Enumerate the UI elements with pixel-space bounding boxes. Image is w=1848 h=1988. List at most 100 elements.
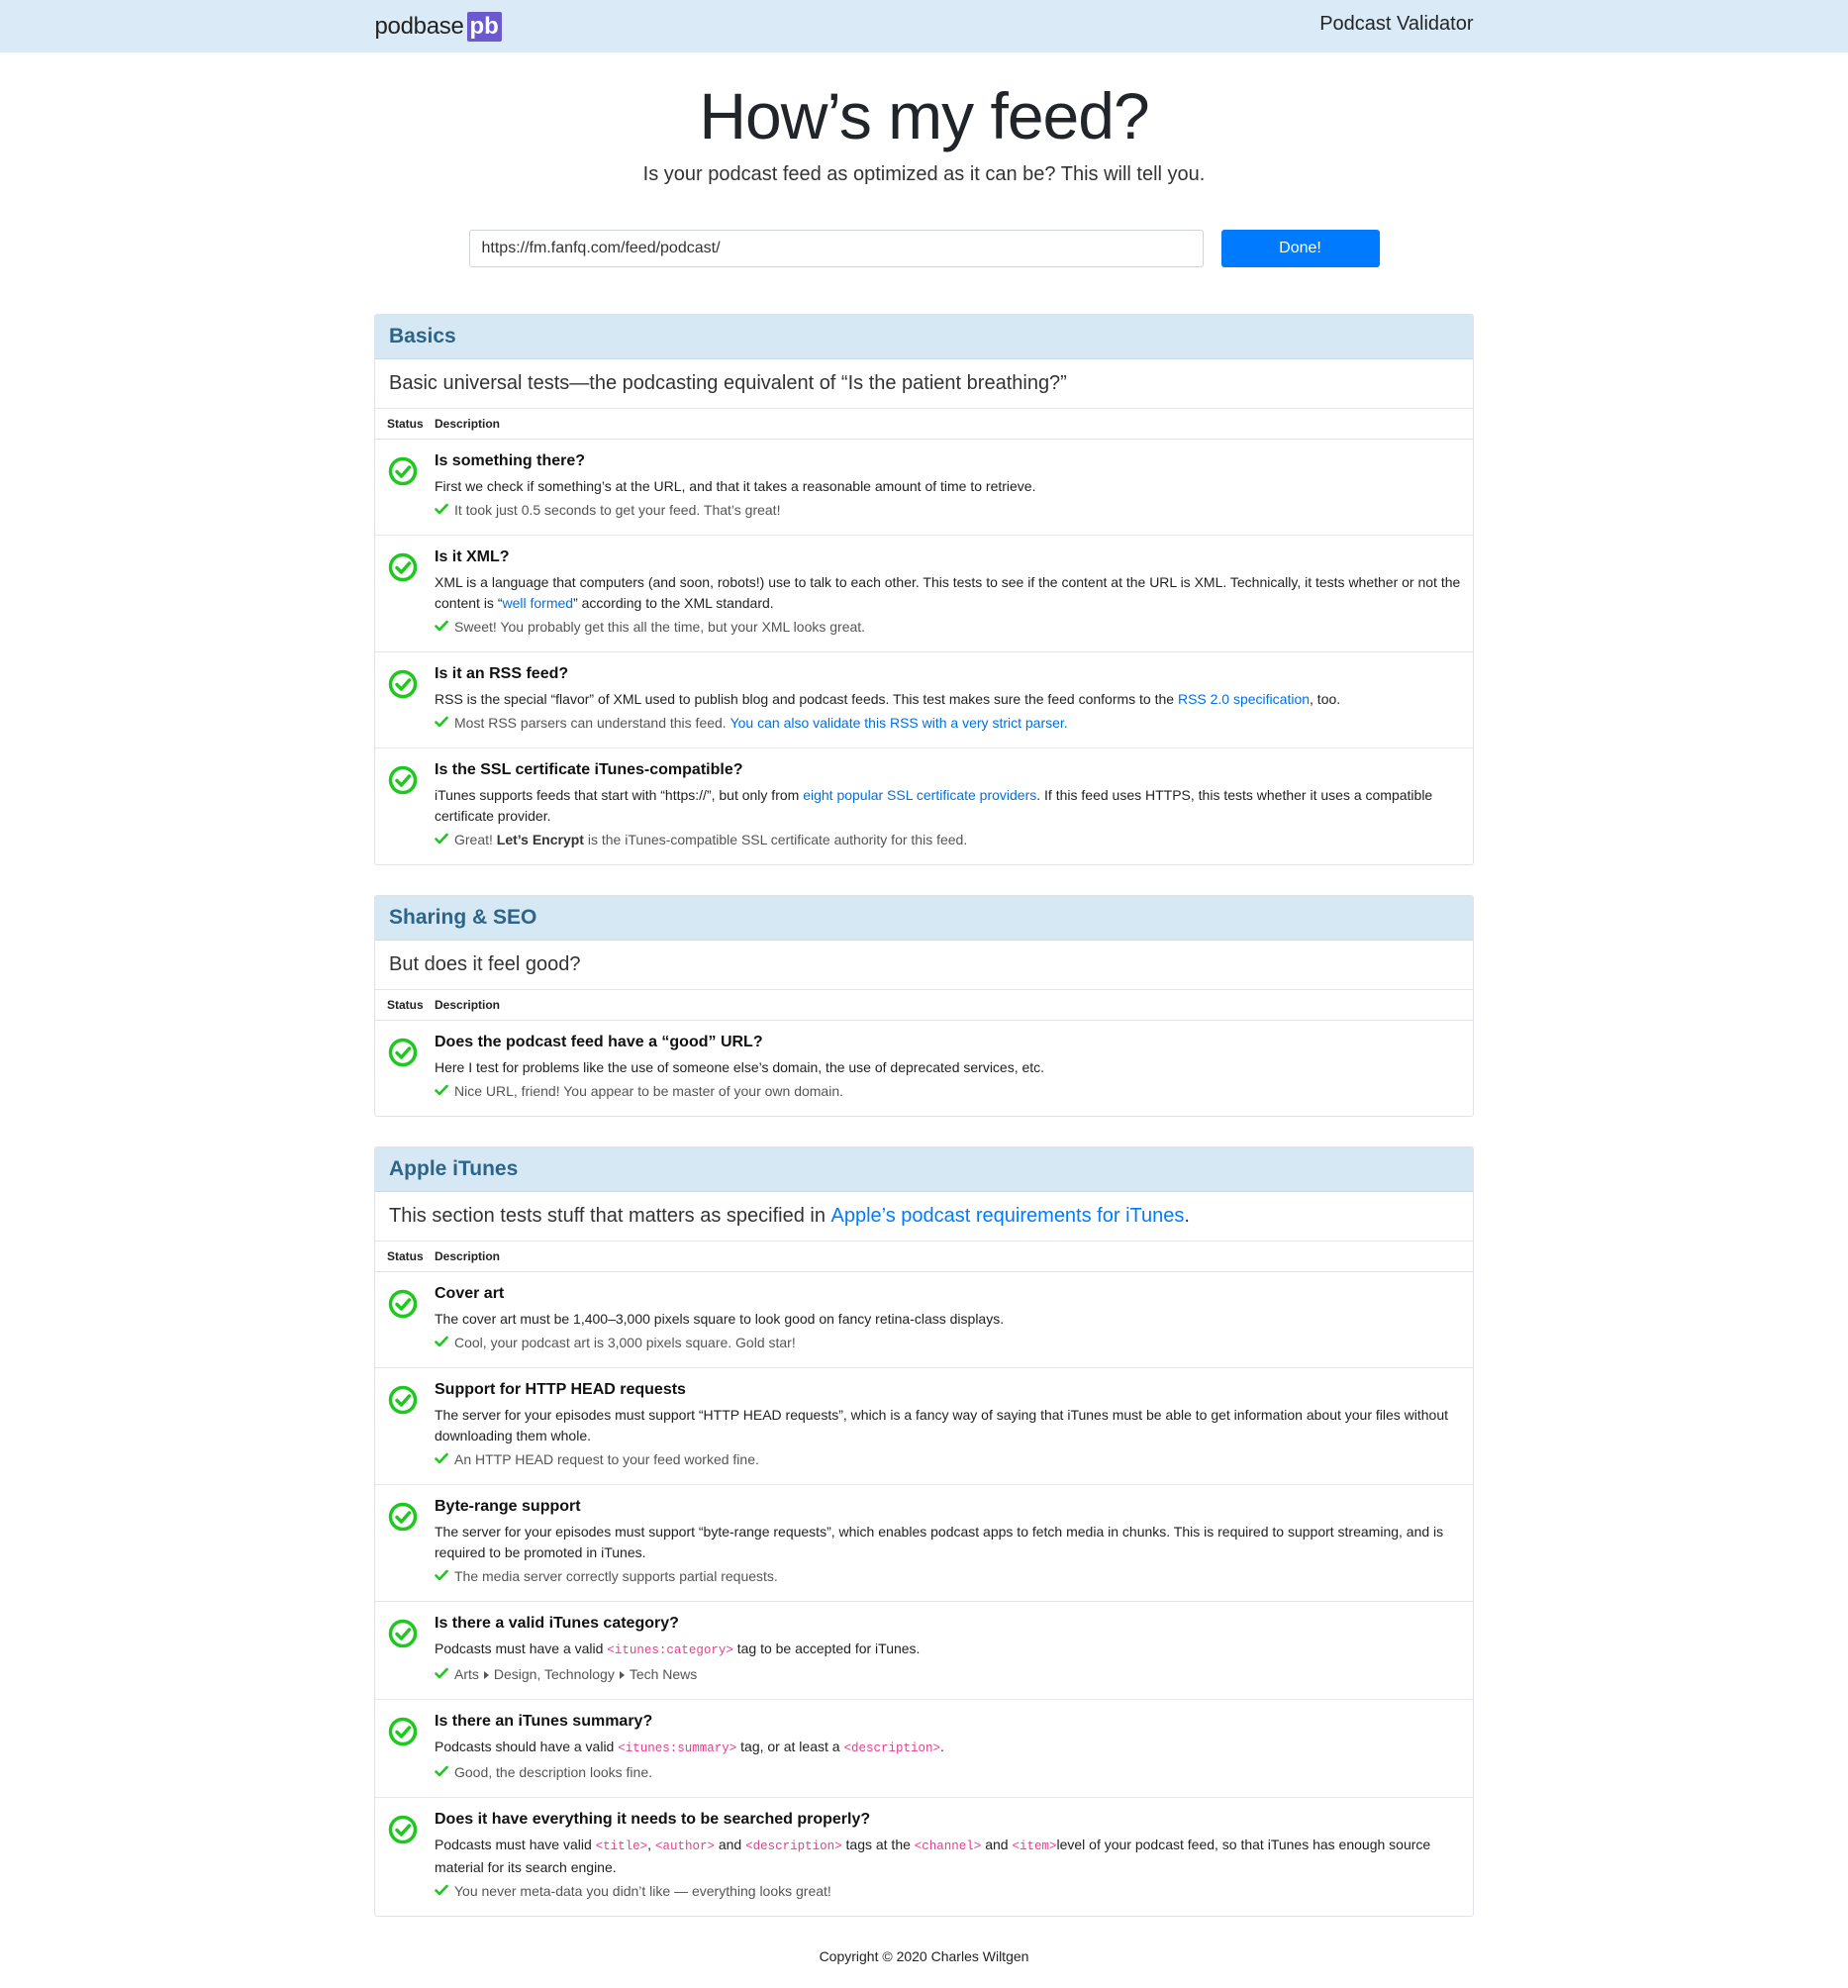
- page-subtitle: Is your podcast feed as optimized as it …: [642, 163, 1206, 185]
- test-title: Support for HTTP HEAD requests: [435, 1381, 686, 1398]
- check-circle-icon: [388, 456, 418, 490]
- section-lead: But does it feel good?: [375, 941, 1473, 990]
- done-button[interactable]: Done!: [1220, 230, 1380, 267]
- check-circle-icon: [388, 1289, 418, 1323]
- desc-text: ” according to the XML standard.: [573, 595, 774, 611]
- feed-url-form: Done!: [375, 230, 1474, 269]
- check-circle-icon: [388, 765, 418, 799]
- test-result-text: Cool, your podcast art is 3,000 pixels s…: [454, 1335, 796, 1350]
- test-description: First we check if something’s at the URL…: [435, 478, 1036, 494]
- well-formed-link[interactable]: well formed: [502, 595, 573, 611]
- code-tag: <itunes:category>: [607, 1643, 733, 1657]
- check-icon: [435, 1566, 448, 1587]
- lead-text: This section tests stuff that matters as…: [389, 1205, 826, 1227]
- apple-requirements-link[interactable]: Apple’s podcast requirements for iTunes: [831, 1205, 1185, 1228]
- check-circle-icon: [388, 1502, 418, 1536]
- test-description: iTunes supports feeds that start with “h…: [435, 785, 1461, 827]
- section-title: Basics: [389, 325, 456, 348]
- test-result-text: It took just 0.5 seconds to get your fee…: [454, 502, 781, 518]
- desc-text: ,: [647, 1837, 655, 1852]
- rss-spec-link[interactable]: RSS 2.0 specification: [1178, 691, 1310, 707]
- test-result-text: Great!: [454, 832, 493, 847]
- test-row: Support for HTTP HEAD requests The serve…: [375, 1368, 1473, 1485]
- brand-badge: pb: [466, 12, 502, 42]
- test-result-text: Nice URL, friend! You appear to be maste…: [454, 1083, 843, 1099]
- top-navbar: podbase pb Podcast Validator: [0, 0, 1848, 52]
- ssl-authority-name: Let’s Encrypt: [496, 832, 584, 847]
- check-icon: [435, 1762, 448, 1783]
- category-breadcrumb: Arts Design, Technology Tech News: [435, 1664, 1461, 1685]
- test-result: Cool, your podcast art is 3,000 pixels s…: [435, 1333, 1461, 1353]
- code-tag: <title>: [595, 1839, 648, 1853]
- desc-text: Podcasts must have valid: [435, 1837, 596, 1852]
- test-result-text: is the iTunes-compatible SSL certificate…: [587, 832, 968, 847]
- desc-text: Podcasts should have a valid: [435, 1739, 619, 1754]
- category-crumb: Arts: [454, 1666, 479, 1682]
- category-crumb: Tech News: [629, 1666, 698, 1682]
- test-title: Byte-range support: [435, 1498, 581, 1515]
- test-title: Does it have everything it needs to be s…: [435, 1811, 871, 1828]
- brand-name: podbase: [374, 13, 464, 40]
- code-tag: <description>: [843, 1741, 940, 1755]
- test-title: Cover art: [435, 1285, 505, 1302]
- check-icon: [435, 713, 448, 734]
- test-title: Is there a valid iTunes category?: [435, 1615, 679, 1632]
- table-header: Status Description: [375, 990, 1473, 1021]
- check-icon: [435, 1881, 448, 1902]
- test-result-text: Sweet! You probably get this all the tim…: [454, 619, 866, 635]
- test-description: Podcasts must have valid <title>, <autho…: [435, 1835, 1461, 1878]
- desc-text: tags at the: [841, 1837, 915, 1852]
- test-title: Does the podcast feed have a “good” URL?: [435, 1034, 763, 1050]
- test-row: Cover art The cover art must be 1,400–3,…: [375, 1272, 1473, 1368]
- table-header: Status Description: [375, 1242, 1473, 1272]
- hero: How’s my feed? Is your podcast feed as o…: [0, 52, 1848, 186]
- status-column-header: Status: [387, 417, 424, 431]
- test-row: Is something there? First we check if so…: [375, 440, 1473, 536]
- desc-text: tag, or at least a: [736, 1739, 844, 1754]
- section-header: Apple iTunes: [375, 1147, 1473, 1192]
- check-circle-icon: [388, 1038, 418, 1071]
- caret-right-icon: [619, 1670, 625, 1679]
- section-apple-itunes: Apple iTunes This section tests stuff th…: [374, 1146, 1474, 1917]
- test-description: The server for your episodes must suppor…: [435, 1524, 1444, 1560]
- code-tag: <description>: [745, 1839, 842, 1853]
- check-circle-icon: [388, 669, 418, 703]
- nav-title[interactable]: Podcast Validator: [1319, 13, 1473, 36]
- check-circle-icon: [388, 1815, 418, 1848]
- ssl-providers-link[interactable]: eight popular SSL certificate providers: [803, 787, 1036, 803]
- code-tag: <channel>: [914, 1839, 982, 1853]
- desc-text: iTunes supports feeds that start with “h…: [435, 787, 804, 803]
- check-icon: [435, 1081, 448, 1102]
- check-icon: [435, 830, 448, 850]
- description-column-header: Description: [435, 417, 501, 431]
- test-result: An HTTP HEAD request to your feed worked…: [435, 1449, 1461, 1470]
- check-icon: [435, 1449, 448, 1470]
- desc-text: .: [939, 1739, 944, 1754]
- desc-text: and: [714, 1837, 746, 1852]
- strict-parser-link[interactable]: You can also validate this RSS with a ve…: [730, 713, 1068, 734]
- code-tag: <item>: [1012, 1839, 1057, 1853]
- brand-logo[interactable]: podbase pb: [375, 12, 502, 42]
- test-title: Is it an RSS feed?: [435, 665, 569, 682]
- test-description: RSS is the special “flavor” of XML used …: [435, 689, 1461, 710]
- test-row: Does it have everything it needs to be s…: [375, 1798, 1473, 1916]
- test-result-text: You never meta-data you didn’t like — ev…: [454, 1883, 831, 1899]
- test-description: XML is a language that computers (and so…: [435, 572, 1461, 614]
- test-row: Is there a valid iTunes category? Podcas…: [375, 1602, 1473, 1700]
- desc-text: RSS is the special “flavor” of XML used …: [435, 691, 1178, 707]
- test-result: Nice URL, friend! You appear to be maste…: [435, 1081, 1461, 1102]
- test-row: Is it an RSS feed? RSS is the special “f…: [375, 652, 1473, 748]
- test-description: Podcasts must have a valid <itunes:categ…: [435, 1639, 1461, 1661]
- code-tag: <author>: [654, 1839, 715, 1853]
- section-header: Sharing & SEO: [375, 896, 1473, 941]
- test-result: Sweet! You probably get this all the tim…: [435, 617, 1461, 638]
- section-title: Sharing & SEO: [389, 906, 537, 929]
- test-description: Here I test for problems like the use of…: [435, 1059, 1045, 1075]
- test-result-text: An HTTP HEAD request to your feed worked…: [454, 1451, 759, 1467]
- test-result-text: Good, the description looks fine.: [454, 1764, 653, 1780]
- feed-url-input[interactable]: [468, 230, 1204, 267]
- check-icon: [435, 500, 448, 521]
- caret-right-icon: [483, 1670, 489, 1679]
- test-result: Great! Let’s Encrypt is the iTunes-compa…: [435, 830, 1461, 850]
- check-circle-icon: [388, 1385, 418, 1419]
